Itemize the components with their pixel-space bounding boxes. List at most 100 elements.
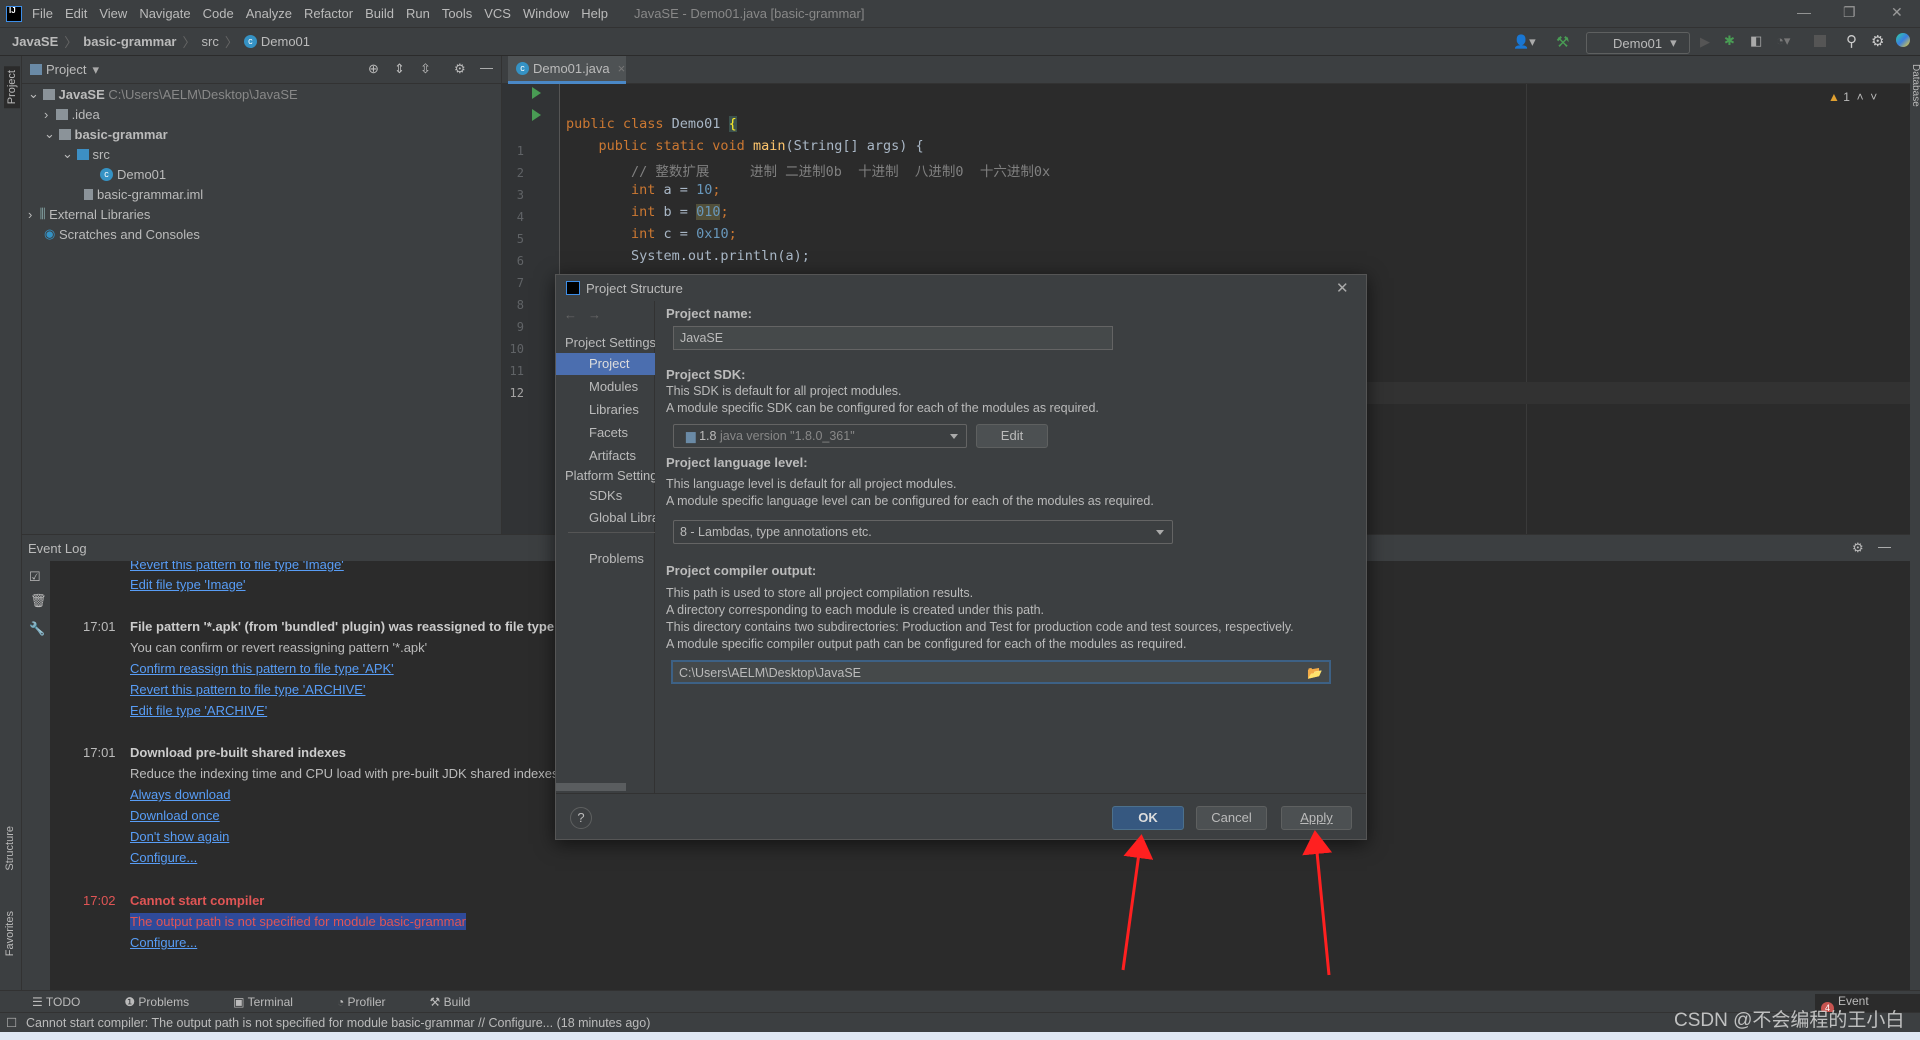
vcs-user-icon[interactable]: 👤▾ bbox=[1513, 34, 1536, 50]
inspection-widget[interactable]: ▲ 1 ˄ ˅ bbox=[1828, 90, 1877, 104]
tool-tab-problems[interactable]: ❶ Problems bbox=[124, 995, 211, 1009]
ok-button[interactable]: OK bbox=[1112, 806, 1184, 830]
back-arrow-icon[interactable]: ← bbox=[564, 307, 577, 322]
search-icon[interactable]: ⚲ bbox=[1846, 32, 1857, 50]
nav-item-project[interactable]: Project bbox=[589, 356, 629, 371]
jetbrains-toolbox-icon[interactable] bbox=[1896, 33, 1910, 47]
settings-wrench-icon[interactable]: 🔧 bbox=[29, 621, 45, 637]
event-log-settings-icon[interactable]: ⚙ bbox=[1852, 540, 1864, 556]
menu-tools[interactable]: Tools bbox=[442, 6, 472, 21]
link-configure[interactable]: Configure... bbox=[130, 850, 197, 865]
status-message[interactable]: Cannot start compiler: The output path i… bbox=[26, 1016, 650, 1030]
profiler-icon[interactable]: ◔▾ bbox=[1776, 33, 1790, 49]
editor-tab-demo01[interactable]: c Demo01.java × bbox=[508, 56, 626, 84]
nav-item-problems[interactable]: Problems bbox=[589, 551, 644, 566]
menu-code[interactable]: Code bbox=[203, 6, 234, 21]
link-configure-compiler[interactable]: Configure... bbox=[130, 935, 197, 950]
build-hammer-icon[interactable]: ⚒ bbox=[1556, 33, 1569, 51]
panel-settings-icon[interactable]: ⚙ bbox=[454, 61, 466, 77]
project-view-select[interactable]: Project bbox=[46, 62, 86, 77]
link-download-once[interactable]: Download once bbox=[130, 808, 220, 823]
hide-event-log-icon[interactable]: — bbox=[1878, 539, 1891, 554]
apply-button[interactable]: Apply bbox=[1281, 806, 1352, 830]
clear-all-trash-icon[interactable]: 🗑 bbox=[30, 593, 47, 609]
expand-all-icon[interactable]: ⇕ bbox=[394, 61, 405, 77]
menu-run[interactable]: Run bbox=[406, 6, 430, 21]
tree-item-demo01[interactable]: c Demo01 bbox=[100, 164, 166, 184]
sdk-edit-button[interactable]: Edit bbox=[976, 424, 1048, 448]
menu-view[interactable]: View bbox=[99, 6, 127, 21]
menu-refactor[interactable]: Refactor bbox=[304, 6, 353, 21]
link-dont-show-again[interactable]: Don't show again bbox=[130, 829, 229, 844]
tool-tab-build[interactable]: ⚒ Build bbox=[430, 995, 493, 1009]
tree-item-idea[interactable]: › .idea bbox=[44, 104, 100, 124]
nav-item-sdks[interactable]: SDKs bbox=[589, 488, 622, 503]
tool-tab-terminal[interactable]: ▣ Terminal bbox=[233, 995, 315, 1009]
close-window-icon[interactable]: ✕ bbox=[1891, 4, 1903, 21]
tree-item-basic-grammar[interactable]: ⌄ basic-grammar bbox=[44, 124, 168, 144]
forward-arrow-icon[interactable]: → bbox=[588, 307, 601, 322]
run-main-gutter-icon[interactable] bbox=[532, 109, 541, 121]
menu-build[interactable]: Build bbox=[365, 6, 394, 21]
breadcrumb-module[interactable]: basic-grammar bbox=[83, 34, 176, 49]
project-tool-tab[interactable]: Project bbox=[4, 66, 20, 109]
event-error-text-selected[interactable]: The output path is not specified for mod… bbox=[130, 913, 467, 930]
mark-all-read-icon[interactable]: ☑ bbox=[29, 569, 41, 585]
link-edit-archive[interactable]: Edit file type 'ARCHIVE' bbox=[130, 703, 267, 718]
locate-icon[interactable]: ⊕ bbox=[368, 61, 379, 77]
nav-item-facets[interactable]: Facets bbox=[589, 425, 628, 440]
menu-file[interactable]: File bbox=[32, 6, 53, 21]
breadcrumb-project[interactable]: JavaSE bbox=[12, 34, 58, 49]
tree-item-javase[interactable]: ⌄ JavaSE C:\Users\AELM\Desktop\JavaSE bbox=[28, 84, 298, 104]
structure-tool-tab[interactable]: Structure bbox=[4, 826, 16, 871]
nav-item-artifacts[interactable]: Artifacts bbox=[589, 448, 636, 463]
tree-item-external-libraries[interactable]: › ⫼ External Libraries bbox=[28, 204, 150, 224]
language-level-select[interactable]: 8 - Lambdas, type annotations etc. bbox=[673, 520, 1173, 544]
breadcrumb-class[interactable]: Demo01 bbox=[261, 34, 310, 49]
cancel-button[interactable]: Cancel bbox=[1196, 806, 1267, 830]
settings-gear-icon[interactable]: ⚙ bbox=[1871, 32, 1884, 50]
menu-window[interactable]: Window bbox=[523, 6, 569, 21]
menu-edit[interactable]: Edit bbox=[65, 6, 87, 21]
link-edit-image[interactable]: Edit file type 'Image' bbox=[130, 577, 246, 592]
minimize-icon[interactable]: — bbox=[1797, 4, 1811, 20]
run-class-gutter-icon[interactable] bbox=[532, 87, 541, 99]
tool-tab-todo[interactable]: ☰ TODO bbox=[32, 995, 102, 1009]
tree-item-iml[interactable]: basic-grammar.iml bbox=[84, 184, 203, 204]
nav-item-global-libraries[interactable]: Global Libraries bbox=[589, 510, 655, 525]
link-always-download[interactable]: Always download bbox=[130, 787, 230, 802]
hide-panel-icon[interactable]: — bbox=[480, 60, 493, 75]
nav-item-modules[interactable]: Modules bbox=[589, 379, 638, 394]
run-icon[interactable]: ▶ bbox=[1700, 34, 1710, 50]
project-sdk-select[interactable]: ▆ 1.8 java version "1.8.0_361" bbox=[673, 424, 967, 448]
browse-folder-icon[interactable]: 📂 bbox=[1307, 662, 1323, 684]
menu-analyze[interactable]: Analyze bbox=[246, 6, 292, 21]
status-toggle-icon[interactable]: ☐ bbox=[6, 1013, 17, 1033]
menu-help[interactable]: Help bbox=[581, 6, 608, 21]
close-tab-icon[interactable]: × bbox=[618, 61, 626, 76]
collapse-all-icon[interactable]: ⇳ bbox=[420, 61, 431, 77]
link-confirm-apk[interactable]: Confirm reassign this pattern to file ty… bbox=[130, 661, 394, 676]
favorites-tool-tab[interactable]: Favorites bbox=[4, 911, 16, 956]
nav-item-libraries[interactable]: Libraries bbox=[589, 402, 639, 417]
tree-item-src[interactable]: ⌄ src bbox=[62, 144, 110, 164]
coverage-icon[interactable]: ◧ bbox=[1750, 33, 1762, 49]
compiler-output-input[interactable]: C:\Users\AELM\Desktop\JavaSE 📂 bbox=[671, 660, 1331, 684]
nav-scrollbar[interactable] bbox=[556, 783, 626, 791]
help-button[interactable]: ? bbox=[570, 807, 592, 829]
stop-icon[interactable] bbox=[1814, 35, 1826, 47]
link-revert-archive[interactable]: Revert this pattern to file type 'ARCHIV… bbox=[130, 682, 365, 697]
debug-icon[interactable]: ✱ bbox=[1724, 33, 1735, 49]
dialog-close-icon[interactable]: ✕ bbox=[1336, 279, 1349, 297]
restore-icon[interactable]: ❐ bbox=[1843, 4, 1856, 21]
dialog-title: Project Structure bbox=[586, 280, 683, 296]
breadcrumb-src[interactable]: src bbox=[202, 34, 219, 49]
run-config-select[interactable]: Demo01 ▾ bbox=[1586, 32, 1690, 54]
database-tool-tab[interactable]: Database bbox=[1910, 64, 1920, 107]
project-name-input[interactable]: JavaSE bbox=[673, 326, 1113, 350]
menu-navigate[interactable]: Navigate bbox=[139, 6, 190, 21]
menu-vcs[interactable]: VCS bbox=[484, 6, 511, 21]
link-revert-image[interactable]: Revert this pattern to file type 'Image' bbox=[130, 561, 344, 572]
tool-tab-profiler[interactable]: ◔ Profiler bbox=[337, 995, 408, 1009]
tree-item-scratches[interactable]: ◉ Scratches and Consoles bbox=[44, 224, 200, 244]
